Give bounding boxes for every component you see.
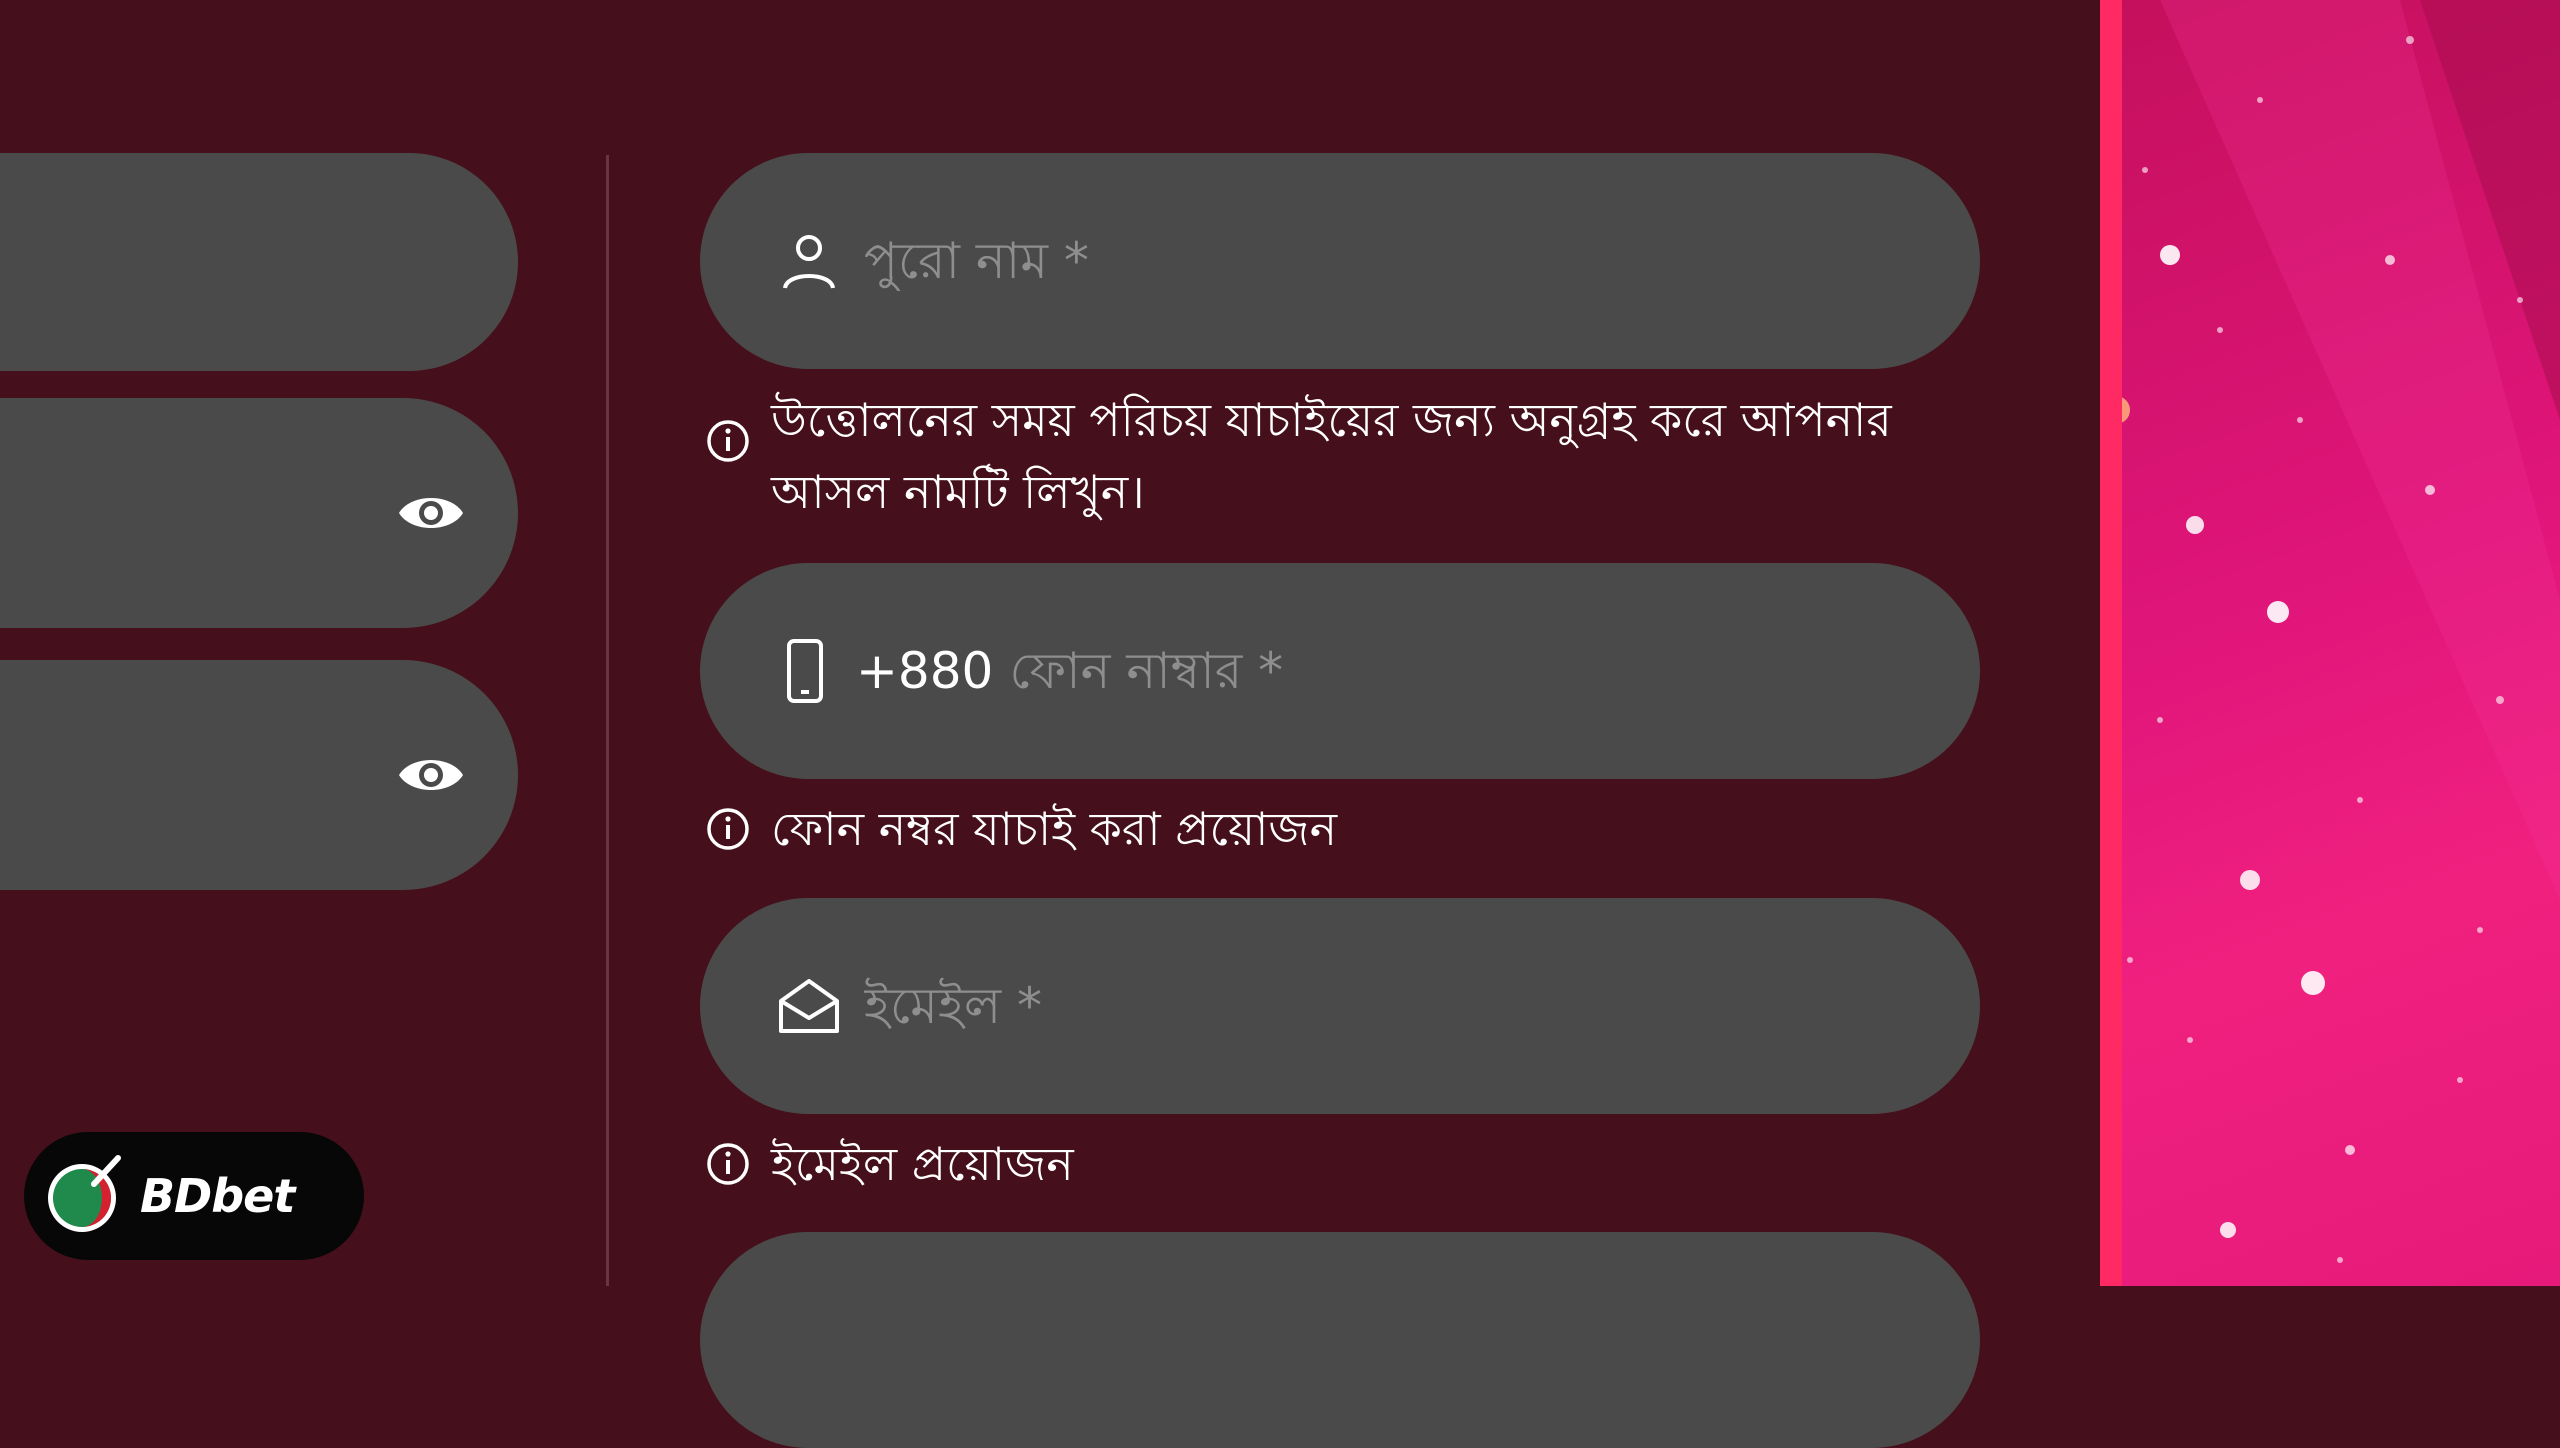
full-name-hint-text: উত্তোলনের সময় পরিচয় যাচাইয়ের জন্য অনু… bbox=[771, 393, 1892, 519]
eye-icon[interactable] bbox=[396, 750, 466, 800]
phone-hint-text: ফোন নম্বর যাচাই করা প্রয়োজন bbox=[771, 802, 1338, 856]
user-icon bbox=[783, 235, 835, 289]
email-input[interactable] bbox=[862, 976, 1766, 1036]
phone-input[interactable] bbox=[1007, 641, 1912, 701]
password-field[interactable] bbox=[0, 398, 518, 628]
info-icon bbox=[707, 1143, 749, 1185]
left-input-field[interactable] bbox=[0, 153, 518, 371]
sparkle-background bbox=[2100, 0, 2560, 1263]
info-icon bbox=[707, 808, 749, 850]
side-banner bbox=[2100, 0, 2560, 1286]
info-icon bbox=[707, 420, 749, 462]
full-name-field[interactable] bbox=[700, 153, 1980, 369]
next-input-field[interactable] bbox=[700, 1232, 1980, 1448]
logo-text: BDbet bbox=[140, 1169, 295, 1223]
envelope-open-icon bbox=[779, 979, 839, 1033]
email-hint: ইমেইল প্রয়োজন bbox=[705, 1128, 1074, 1200]
country-code-prefix: +880 bbox=[856, 642, 994, 700]
eye-icon[interactable] bbox=[396, 488, 466, 538]
full-name-input[interactable] bbox=[862, 231, 1766, 291]
email-field[interactable] bbox=[700, 898, 1980, 1114]
cricket-ball-logo-icon bbox=[48, 1155, 121, 1232]
column-divider bbox=[606, 155, 609, 1286]
phone-icon bbox=[787, 639, 823, 703]
phone-hint: ফোন নম্বর যাচাই করা প্রয়োজন bbox=[705, 793, 1337, 865]
bdbet-logo[interactable]: BDbet bbox=[24, 1132, 364, 1260]
side-accent-stripe bbox=[2100, 0, 2122, 1286]
confirm-password-field[interactable] bbox=[0, 660, 518, 890]
phone-field[interactable]: +880 bbox=[700, 563, 1980, 779]
full-name-hint: উত্তোলনের সময় পরিচয় যাচাইয়ের জন্য অনু… bbox=[705, 384, 2001, 528]
email-hint-text: ইমেইল প্রয়োজন bbox=[771, 1137, 1074, 1191]
